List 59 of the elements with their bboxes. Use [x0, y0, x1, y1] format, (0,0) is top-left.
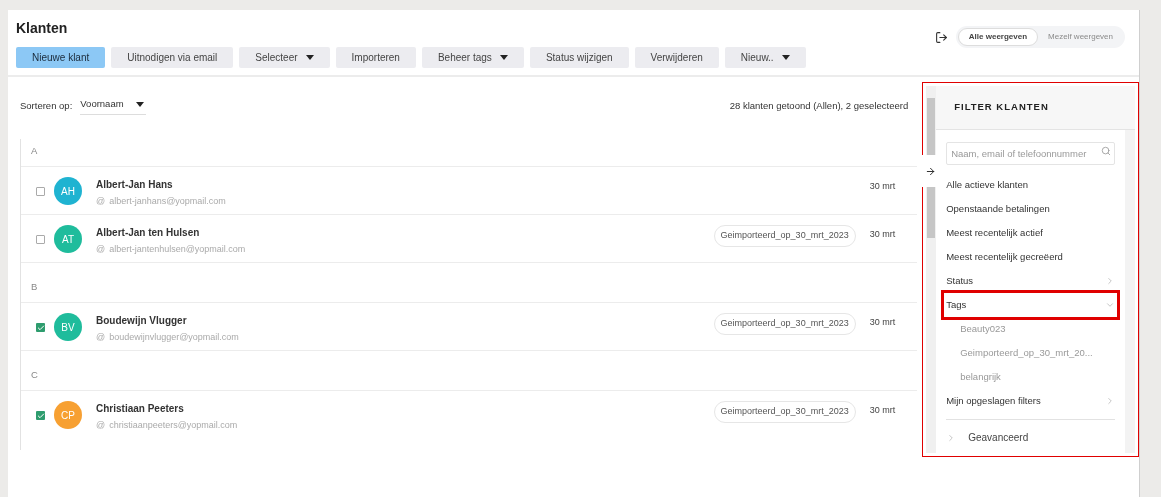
toolbar-button[interactable]: Uitnodigen via email [111, 47, 234, 68]
customer-name[interactable]: Boudewijn Vlugger [96, 313, 239, 328]
sort-dropdown[interactable]: Voornaam [80, 97, 146, 115]
checkbox[interactable] [36, 323, 45, 332]
at-icon: @ [96, 331, 106, 345]
filter-group[interactable]: Tags [944, 293, 1117, 317]
checkbox[interactable] [36, 411, 45, 420]
sort-label: Sorteren op: [20, 98, 73, 113]
filter-item[interactable]: Alle actieve klanten [946, 173, 1115, 197]
scrollbar[interactable] [926, 86, 937, 453]
checkbox[interactable] [36, 187, 45, 196]
toggle-option[interactable]: Alle weergeven [957, 28, 1039, 46]
customer-name[interactable]: Albert-Jan ten Hulsen [96, 225, 246, 240]
arrow-right-icon [924, 165, 936, 177]
search-icon [1101, 146, 1111, 156]
chevron-down-icon [1105, 300, 1115, 310]
caret-icon [135, 102, 144, 107]
toolbar-button[interactable]: Selecteer [239, 47, 330, 68]
customer-email: albert-jantenhulsen@yopmail.com [109, 243, 246, 256]
page-title: Klanten [16, 19, 69, 38]
avatar: BV [54, 313, 82, 341]
avatar: AT [54, 225, 82, 253]
summary-text: 28 klanten getoond (Allen), 2 geselecteerd [729, 98, 909, 113]
at-icon: @ [96, 195, 106, 209]
scrollbar[interactable] [1125, 130, 1135, 453]
toolbar-button[interactable]: Status wijzigen [529, 47, 629, 68]
date-text: 30 mrt [869, 316, 896, 329]
group-letter: C [31, 368, 38, 382]
customer-email: boudewijnvlugger@yopmail.com [109, 331, 239, 344]
filter-group[interactable]: Mijn opgeslagen filters [944, 389, 1117, 413]
toolbar-button[interactable]: Nieuwe klant [16, 47, 106, 68]
checkbox[interactable] [36, 235, 45, 244]
date-text: 30 mrt [869, 180, 896, 193]
filter-item[interactable]: Meest recentelijk gecreëerd [946, 245, 1115, 269]
filter-advanced[interactable]: Geavanceerd [968, 430, 1029, 445]
date-text: 30 mrt [869, 228, 896, 241]
filter-group[interactable]: Status [944, 269, 1117, 293]
toolbar-button[interactable]: Beheer tags [421, 47, 524, 68]
filter-title: FILTER KLANTEN [954, 100, 1049, 115]
chevron-right-icon [1105, 396, 1115, 406]
toolbar-button[interactable]: Nieuw.. [724, 47, 806, 68]
filter-item[interactable]: Meest recentelijk actief [946, 221, 1115, 245]
at-icon: @ [96, 243, 106, 257]
customer-email: christiaanpeeters@yopmail.com [109, 419, 238, 432]
toolbar-button[interactable]: Importeren [335, 47, 416, 68]
chevron-right-icon [1105, 276, 1115, 286]
search-field[interactable]: Naam, email of telefoonnummer [946, 142, 1115, 165]
customer-email: albert-janhans@yopmail.com [109, 195, 226, 208]
avatar: AH [54, 177, 82, 205]
avatar: CP [54, 401, 82, 429]
at-icon: @ [96, 419, 106, 433]
toolbar-button[interactable]: Verwijderen [634, 47, 719, 68]
customer-name[interactable]: Albert-Jan Hans [96, 177, 226, 192]
export-icon[interactable] [934, 30, 948, 44]
group-letter: B [31, 280, 38, 294]
customer-name[interactable]: Christiaan Peeters [96, 401, 238, 416]
date-text: 30 mrt [869, 404, 896, 417]
filter-item[interactable]: Openstaande betalingen [946, 197, 1115, 221]
group-letter: A [31, 144, 38, 158]
